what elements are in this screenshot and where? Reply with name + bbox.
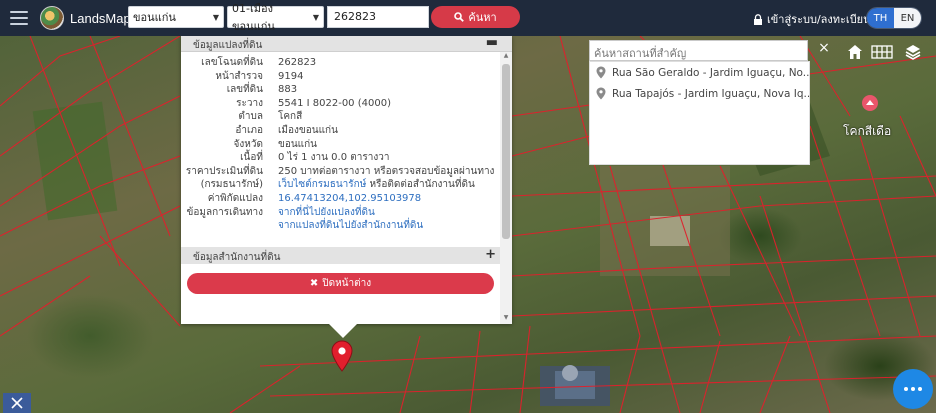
info-row-label: ตำบล [238,111,263,123]
measure-tool-button[interactable] [3,393,31,413]
office-info-header[interactable]: ข้อมูลสำนักงานที่ดิน + [181,247,500,264]
info-row-link[interactable]: จากที่นี่ไปยังแปลงที่ดิน [278,207,375,218]
info-row-label: ราคาประเมินที่ดิน [185,165,263,177]
list-item[interactable]: Rua São Geraldo - Jardim Iguaçu, No... [590,62,809,83]
info-row-value: 262823 [278,57,317,68]
close-icon[interactable]: × [815,40,833,61]
info-row-label: ข้อมูลการเดินทาง [186,206,263,218]
hamburger-icon[interactable] [10,11,28,25]
search-icon [454,12,465,22]
home-button[interactable] [843,40,867,64]
info-row: ระวาง 5541 I 8022-00 (4000) [181,97,512,111]
info-row-label: จังหวัด [233,138,263,150]
info-row: จากแปลงที่ดินไปยังสำนักงานที่ดิน [181,219,512,233]
district-select[interactable]: 01-เมืองขอนแก่น ▼ [227,2,324,33]
info-row: จังหวัด ขอนแก่น [181,138,512,152]
info-row-value: 0 ไร่ 1 งาน 0.0 ตารางวา [278,152,390,164]
map-place-label: โคกสีเดือ [843,124,892,138]
info-row: (กรมธนารักษ์) เว็บไซต์กรมธนารักษ์ หรือติด… [181,178,512,192]
parcel-info-rows: เลขโฉนดที่ดิน 262823 หน้าสำรวจ 9194 เลขที่ดิ… [181,52,512,233]
layers-icon [905,45,921,60]
chevron-down-icon: ▼ [212,12,219,22]
more-icon [904,387,908,391]
place-search-input[interactable]: ค้นหาสถานที่สำคัญ [589,40,808,61]
lang-th-button[interactable]: TH [867,8,894,28]
parcel-info-popup: ข้อมูลแปลงที่ดิน ▬ เลขโฉนดที่ดิน 262823 หน… [181,35,512,338]
info-row: เลขโฉนดที่ดิน 262823 [181,56,512,70]
chevron-down-icon: ▼ [312,12,319,22]
land-info-header[interactable]: ข้อมูลแปลงที่ดิน ▬ [181,35,512,52]
info-row-label: เลขโฉนดที่ดิน [201,57,263,68]
info-row-value: ขอนแก่น [278,138,318,150]
collapse-icon[interactable]: ▬ [486,35,498,50]
grid-button[interactable] [869,40,895,64]
info-row-label: เนื้อที่ [240,152,263,164]
info-row: ข้อมูลการเดินทาง จากที่นี่ไปยังแปลงที่ดิน [181,206,512,220]
info-row-value: 9194 [278,70,304,82]
login-link[interactable]: เข้าสู่ระบบ/ลงทะเบียน [753,10,871,28]
scroll-up-icon[interactable]: ▲ [500,52,512,62]
info-row-value: 250 บาทต่อตารางวา หรือตรวจสอบข้อมูลผ่านท… [278,165,495,177]
scroll-down-icon[interactable]: ▼ [500,314,512,324]
info-row: เลขที่ดิน 883 [181,83,512,97]
grid-icon [871,45,893,59]
info-row-label: ระวาง [236,97,263,109]
info-row-label: (กรมธนารักษ์) [200,179,263,191]
close-icon: ✖ [309,278,319,289]
province-select[interactable]: ขอนแก่น ▼ [128,6,224,28]
info-row: อำเภอ เมืองขอนแก่น [181,124,512,138]
info-row-label: ค่าพิกัดแปลง [207,192,263,204]
info-row-value: จากที่นี่ไปยังแปลงที่ดิน [278,206,375,220]
more-options-button[interactable] [893,369,933,409]
info-row-value: โคกสี [278,111,303,123]
info-row-note: หรือติดต่อสำนักงานที่ดิน [366,179,475,191]
info-row: หน้าสำรวจ 9194 [181,70,512,84]
search-button[interactable]: ค้นหา [431,6,520,28]
info-row-label: หน้าสำรวจ [215,70,263,82]
scroll-thumb[interactable] [502,64,510,239]
info-row-value: เว็บไซต์กรมธนารักษ์ หรือติดต่อสำนักงานที… [278,178,475,192]
info-row-link[interactable]: 16.47413204,102.95103978 [278,193,421,204]
info-row-link[interactable]: จากแปลงที่ดินไปยังสำนักงานที่ดิน [278,220,423,231]
map-pin-icon [596,66,606,79]
info-row-value: 883 [278,84,298,96]
logo-icon[interactable] [40,6,64,30]
top-navbar: LandsMaps ขอนแก่น ▼ 01-เมืองขอนแก่น ▼ 26… [0,0,936,36]
lang-en-button[interactable]: EN [894,8,921,28]
info-row-value: 5541 I 8022-00 (4000) [278,97,391,109]
map-pin-icon [596,87,606,100]
layers-button[interactable] [901,40,925,64]
parcel-search-input[interactable]: 262823 [327,6,429,28]
info-row-link[interactable]: เว็บไซต์กรมธนารักษ์ [278,179,366,190]
info-row-label: อำเภอ [235,124,263,136]
info-row: ค่าพิกัดแปลง 16.47413204,102.95103978 [181,192,512,206]
info-row-label: เลขที่ดิน [226,84,263,96]
language-toggle: TH EN [866,7,922,29]
lock-icon [754,13,762,25]
info-row-value: เมืองขอนแก่น [278,124,338,136]
ruler-icon [11,397,23,409]
info-row: ตำบล โคกสี [181,110,512,124]
place-marker-icon[interactable] [861,94,879,112]
home-icon [848,45,862,59]
list-item[interactable]: Rua Tapajós - Jardim Iguaçu, Nova Iq... [590,83,809,104]
place-search-results: Rua São Geraldo - Jardim Iguaçu, No... R… [589,61,810,165]
popup-scrollbar[interactable]: ▲ ▼ [500,52,512,324]
info-row-value: จากแปลงที่ดินไปยังสำนักงานที่ดิน [278,219,423,233]
info-row: ราคาประเมินที่ดิน 250 บาทต่อตารางวา หรือต… [181,165,512,179]
close-popup-button[interactable]: ✖ ปิดหน้าต่าง [187,273,494,294]
info-row-value: 16.47413204,102.95103978 [278,192,421,206]
expand-icon[interactable]: + [485,247,496,262]
info-row: เนื้อที่ 0 ไร่ 1 งาน 0.0 ตารางวา [181,151,512,165]
info-row-label [181,219,278,233]
map-pin-icon[interactable] [331,340,353,372]
